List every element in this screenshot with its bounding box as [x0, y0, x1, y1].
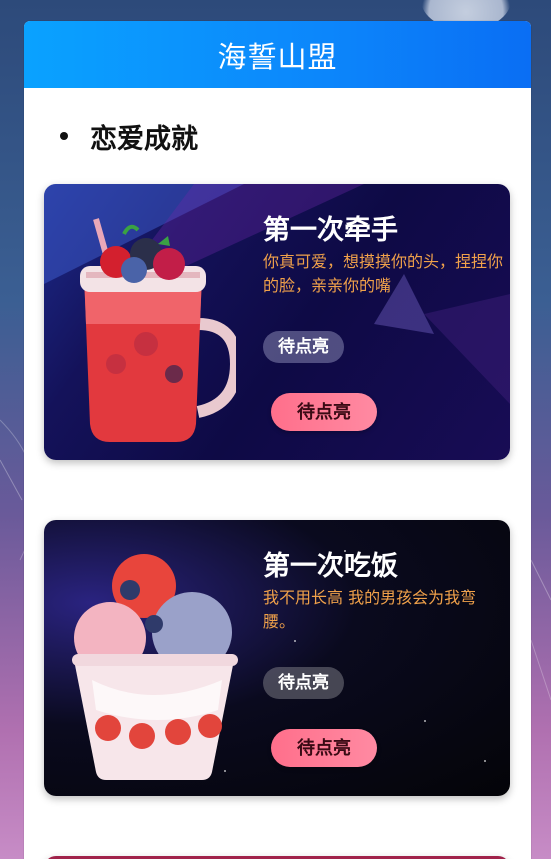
bullet-icon [60, 132, 68, 140]
ice-cream-cup-icon [66, 550, 246, 784]
card-description: 我不用长高 我的男孩会为我弯腰。 [263, 588, 477, 631]
status-badge: 待点亮 [263, 667, 344, 699]
card-description: 你真可爱，想摸摸你的头，捏捏你的脸，亲亲你的嘴 [263, 252, 504, 295]
achievement-card: 第一次吃饭 我不用长高 我的男孩会为我弯腰。 待点亮 待点亮 [44, 520, 510, 796]
section-title: 恋爱成就 [90, 123, 198, 155]
section-heading: 恋爱成就 [60, 118, 531, 155]
berry-drink-jar-icon [66, 214, 243, 448]
card-title: 第一次牵手 [263, 215, 398, 246]
app-container: 海誓山盟 恋爱成就 第一次牵手 你真可爱，想摸摸你的头，捏捏你的脸，亲亲你的嘴 … [24, 21, 531, 859]
achievement-card: 第一次牵手 你真可爱，想摸摸你的头，捏捏你的脸，亲亲你的嘴 待点亮 待点亮 [44, 184, 510, 460]
light-up-button[interactable]: 待点亮 [271, 393, 377, 431]
app-header: 海誓山盟 [24, 21, 531, 88]
card-title: 第一次吃饭 [263, 551, 398, 582]
light-up-button[interactable]: 待点亮 [271, 729, 377, 767]
status-badge: 待点亮 [263, 331, 344, 363]
page-title: 海誓山盟 [217, 39, 338, 74]
